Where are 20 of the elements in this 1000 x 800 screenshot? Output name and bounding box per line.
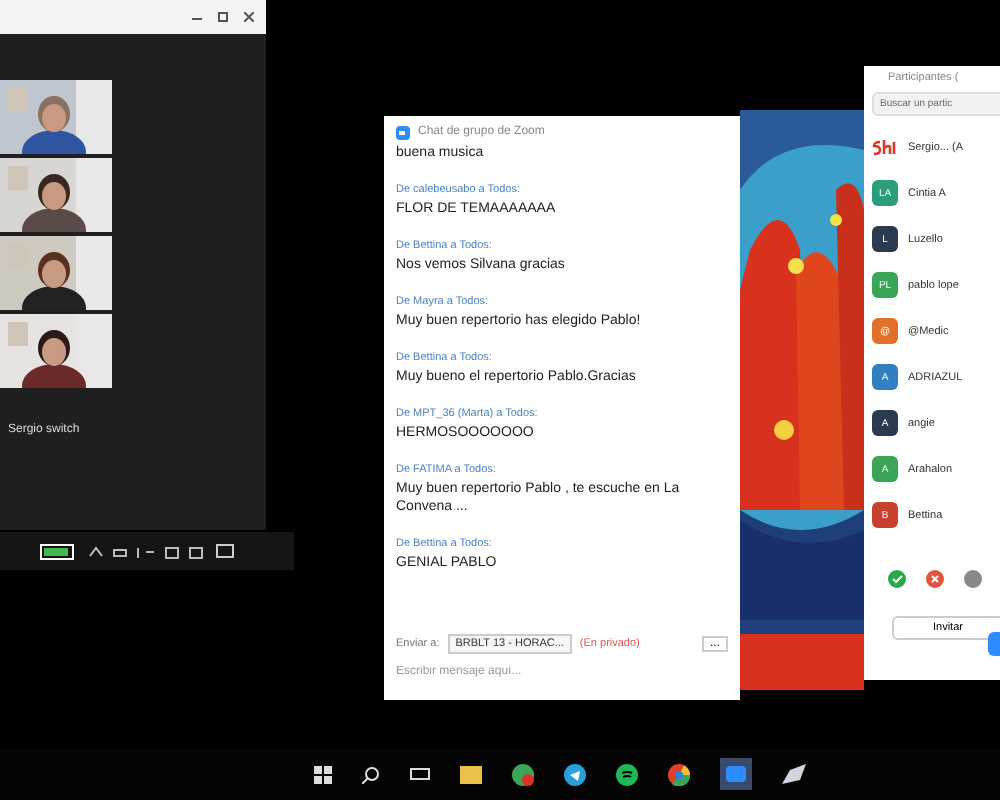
- app-icon[interactable]: [512, 763, 534, 785]
- close-icon[interactable]: [244, 12, 254, 22]
- action-button[interactable]: [988, 632, 1000, 656]
- telegram-icon[interactable]: [564, 763, 586, 785]
- more-icon[interactable]: [964, 570, 982, 588]
- zoom-icon[interactable]: [720, 758, 752, 790]
- search-icon[interactable]: [362, 765, 380, 783]
- minimize-icon[interactable]: [192, 15, 202, 19]
- check-icon[interactable]: [888, 570, 906, 588]
- tray-icons-drawing: [86, 543, 206, 559]
- windows-icon[interactable]: [314, 765, 332, 783]
- maximize-icon[interactable]: [218, 12, 228, 22]
- app-icon[interactable]: [782, 764, 806, 784]
- battery-icon: [40, 543, 76, 559]
- spotify-icon[interactable]: [616, 763, 638, 785]
- folder-icon[interactable]: [460, 765, 482, 783]
- zoom-logo-icon: [396, 125, 410, 139]
- close-icon[interactable]: [926, 570, 944, 588]
- task-view-icon[interactable]: [410, 766, 430, 782]
- chrome-icon[interactable]: [668, 763, 690, 785]
